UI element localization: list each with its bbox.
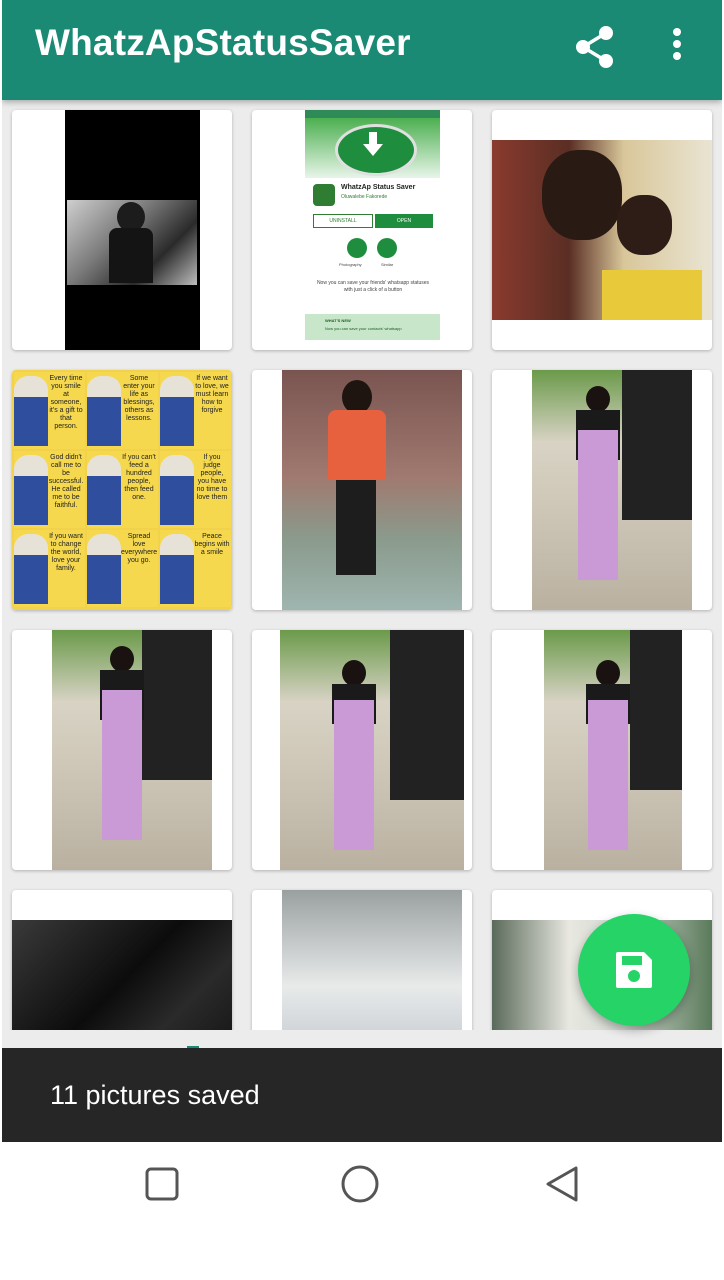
back-triangle-icon <box>546 1166 578 1202</box>
portrait-figure <box>14 534 48 604</box>
thumbnail-image: Every time you smile at someone, it's a … <box>12 370 232 610</box>
save-icon <box>616 952 652 988</box>
download-arrow-icon <box>363 132 383 156</box>
quote-text: If you want to change the world, love yo… <box>49 533 83 572</box>
save-fab-button[interactable] <box>578 914 690 1026</box>
status-thumbnail[interactable] <box>492 370 712 610</box>
status-thumbnail[interactable] <box>492 630 712 870</box>
quote-tile: Some enter your life as blessings, other… <box>87 372 158 449</box>
developer-text: Oluwalebe Fakorede <box>341 194 388 200</box>
portrait-figure <box>87 534 121 604</box>
home-button[interactable] <box>336 1160 384 1208</box>
quote-text: Spread love everywhere you go. <box>121 533 158 564</box>
back-button[interactable] <box>538 1160 586 1208</box>
app-bar: WhatzApStatusSaver <box>2 0 722 100</box>
status-thumbnail[interactable]: WhatzAp Status Saver Oluwalebe Fakorede … <box>252 110 472 350</box>
thumbnail-image <box>544 630 682 870</box>
portrait-figure <box>87 455 121 525</box>
thumbnail-image <box>282 370 462 610</box>
app-title: WhatzApStatusSaver <box>35 22 411 63</box>
more-options-button[interactable] <box>662 24 692 70</box>
quote-text: Some enter your life as blessings, other… <box>123 375 155 422</box>
status-thumbnail[interactable] <box>12 110 232 350</box>
portrait-figure <box>160 376 194 446</box>
recents-square-icon <box>145 1167 179 1201</box>
status-thumbnail[interactable] <box>252 630 472 870</box>
more-vert-icon <box>673 28 681 60</box>
thumbnail-image <box>282 890 462 1030</box>
quote-tile: If you judge people, you have no time to… <box>160 451 231 528</box>
share-button[interactable] <box>572 24 618 70</box>
quote-tile: Spread love everywhere you go. <box>87 530 158 607</box>
quote-tile: Every time you smile at someone, it's a … <box>14 372 85 449</box>
status-thumbnail[interactable] <box>252 890 472 1030</box>
status-thumbnail[interactable] <box>12 630 232 870</box>
quote-tile: Peace begins with a smile <box>160 530 231 607</box>
quote-text: If you judge people, you have no time to… <box>196 454 228 501</box>
system-nav-bar <box>0 1142 724 1280</box>
uninstall-label: UNINSTALL <box>313 214 373 228</box>
thumbnail-image <box>12 920 232 1030</box>
portrait-figure <box>160 455 194 525</box>
thumbnail-image: WhatzAp Status Saver Oluwalebe Fakorede … <box>305 110 440 350</box>
home-circle-icon <box>341 1165 379 1203</box>
snackbar-message: 11 pictures saved <box>50 1080 260 1110</box>
quote-tile: If you can't feed a hundred people, then… <box>87 451 158 528</box>
portrait-figure <box>87 376 121 446</box>
status-thumbnail[interactable] <box>492 110 712 350</box>
share-icon <box>576 26 613 68</box>
quote-text: If we want to love, we must learn how to… <box>195 375 229 414</box>
category-text: Similar <box>381 262 394 267</box>
category-text: Photography <box>339 262 362 267</box>
thumbnail-image <box>65 110 200 350</box>
portrait-figure <box>14 376 48 446</box>
quote-tile: God didn't call me to be successful. He … <box>14 451 85 528</box>
thumbnail-image <box>492 140 712 320</box>
snackbar: 11 pictures saved <box>2 1048 722 1142</box>
quote-text: If you can't feed a hundred people, then… <box>122 454 156 501</box>
whats-new-detail: Now you can save your contacts' whatsapp <box>325 326 402 331</box>
quote-text: God didn't call me to be successful. He … <box>48 454 84 509</box>
tab-indicator-strip <box>2 1030 722 1050</box>
thumbnail-image <box>280 630 464 870</box>
open-label: OPEN <box>375 214 433 228</box>
screen: WhatzApStatusSaver WhatzAp Status Saver … <box>2 0 722 1142</box>
app-name-text: WhatzAp Status Saver <box>341 184 416 191</box>
status-thumbnail[interactable]: Every time you smile at someone, it's a … <box>12 370 232 610</box>
status-thumbnail[interactable] <box>12 890 232 1030</box>
description-text: Now you can save your friends' whatsapp … <box>316 280 430 293</box>
quote-tile: If we want to love, we must learn how to… <box>160 372 231 449</box>
quote-tile: If you want to change the world, love yo… <box>14 530 85 607</box>
quote-text: Every time you smile at someone, it's a … <box>49 375 83 430</box>
status-thumbnail[interactable] <box>252 370 472 610</box>
thumbnail-image <box>532 370 692 610</box>
portrait-figure <box>160 534 194 604</box>
portrait-figure <box>14 455 48 525</box>
quote-text: Peace begins with a smile <box>194 533 230 556</box>
status-grid: WhatzAp Status Saver Oluwalebe Fakorede … <box>2 100 722 1030</box>
recents-button[interactable] <box>138 1160 186 1208</box>
whats-new-text: WHAT'S NEW <box>325 318 351 323</box>
thumbnail-image <box>52 630 212 870</box>
